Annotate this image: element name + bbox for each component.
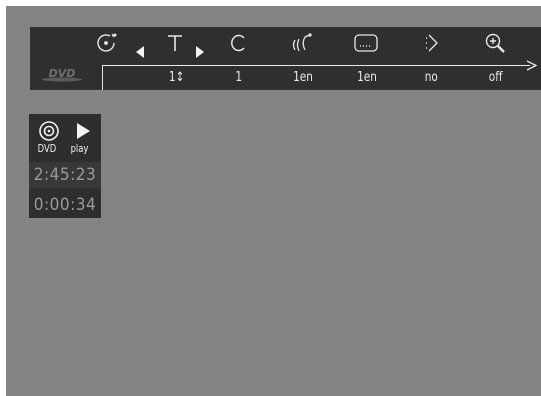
dvd-logo: DVD <box>42 67 82 82</box>
audio-icon[interactable] <box>287 31 317 55</box>
angle-icon[interactable] <box>92 31 122 55</box>
title-next-arrow-icon[interactable] <box>194 45 206 59</box>
total-time: 2:45:23 <box>29 162 101 188</box>
repeat-value[interactable]: no <box>425 70 438 85</box>
disc-icon <box>35 120 63 142</box>
repeat-icon[interactable] <box>415 31 445 55</box>
status-panel: DVD play 2:45:23 0:00:34 <box>29 114 101 218</box>
subtitle-value[interactable]: 1en <box>357 70 377 85</box>
title-prev-arrow-icon[interactable] <box>134 45 146 59</box>
chapter-value[interactable]: 1 <box>235 70 242 85</box>
separator <box>102 65 103 90</box>
subtitle-icon[interactable] <box>351 31 381 55</box>
mode-label: play <box>70 142 89 155</box>
zoom-value[interactable]: off <box>489 70 503 85</box>
audio-value[interactable]: 1en <box>293 70 313 85</box>
elapsed-time: 0:00:34 <box>33 195 97 215</box>
zoom-icon[interactable] <box>481 31 511 55</box>
selection-line <box>102 65 530 66</box>
line-arrow-icon <box>526 60 538 71</box>
tv-screen: DVD 1↕ 1 1en 1en no off DVD play 2:45:23… <box>6 6 541 396</box>
title-value[interactable]: 1↕ <box>169 70 185 85</box>
play-icon <box>69 120 97 142</box>
disc-label: DVD <box>37 142 57 155</box>
chapter-icon[interactable] <box>223 31 253 55</box>
title-icon[interactable] <box>160 31 190 55</box>
dvd-menu-bar: DVD 1↕ 1 1en 1en no off <box>30 27 541 90</box>
